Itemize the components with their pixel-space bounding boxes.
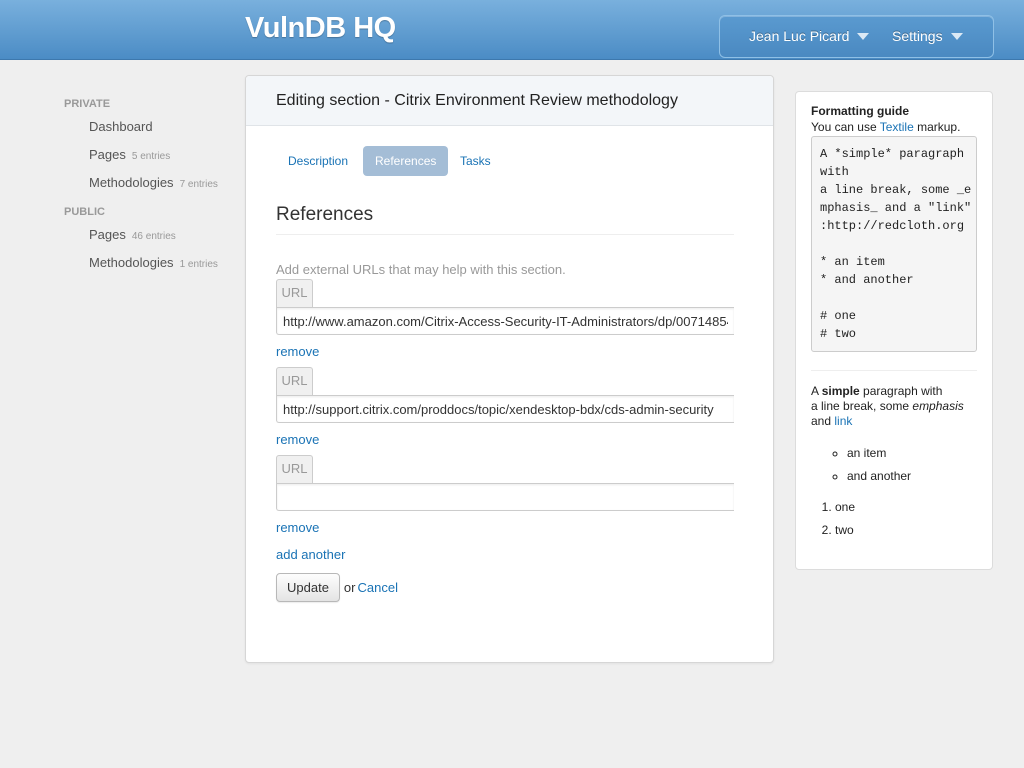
- sidebar-item-label: Methodologies: [89, 255, 174, 270]
- remove-link[interactable]: remove: [276, 344, 734, 359]
- preview-bold: simple: [821, 384, 860, 398]
- section-heading: References: [276, 204, 734, 235]
- entry-count: 46 entries: [131, 231, 176, 242]
- textile-link[interactable]: Textile: [880, 120, 914, 134]
- sidebar-item-label: Pages: [89, 227, 126, 242]
- guide-intro: You can use Textile markup.: [811, 120, 977, 135]
- preview-emphasis: emphasis: [912, 399, 964, 413]
- preview-text: paragraph with: [859, 384, 943, 398]
- or-text: or: [343, 580, 356, 595]
- url-input[interactable]: [276, 307, 734, 335]
- user-nav: Jean Luc Picard Settings: [719, 15, 994, 58]
- rendered-preview: A simple paragraph with a line break, so…: [811, 384, 977, 542]
- settings-menu-dropdown[interactable]: Settings: [892, 28, 963, 44]
- tab-references[interactable]: References: [363, 146, 449, 176]
- url-label: URL: [276, 367, 313, 395]
- sidebar-item-label: Pages: [89, 147, 126, 162]
- tab-tasks[interactable]: Tasks: [448, 146, 503, 176]
- url-entry: URL remove: [276, 455, 734, 535]
- remove-link[interactable]: remove: [276, 520, 734, 535]
- sidebar-item-private-methodologies[interactable]: Methodologies 7 entries: [64, 173, 234, 201]
- sidebar-item-private-pages[interactable]: Pages 5 entries: [64, 145, 234, 173]
- preview-paragraph: A simple paragraph with a line break, so…: [811, 384, 977, 429]
- sidebar: PRIVATE Dashboard Pages 5 entries Methodo…: [64, 93, 234, 281]
- url-input[interactable]: [276, 395, 734, 423]
- brand-logo[interactable]: VulnDB HQ: [245, 12, 396, 45]
- top-navbar: VulnDB HQ Jean Luc Picard Settings: [0, 0, 1024, 60]
- sidebar-item-public-pages[interactable]: Pages 46 entries: [64, 225, 234, 253]
- entry-count: 7 entries: [179, 179, 218, 190]
- preview-link[interactable]: link: [834, 414, 852, 428]
- url-input[interactable]: [276, 483, 734, 511]
- markup-example: A *simple* paragraph with a line break, …: [811, 136, 977, 352]
- page-title: Editing section - Citrix Environment Rev…: [246, 76, 773, 126]
- user-menu-label: Jean Luc Picard: [749, 28, 850, 44]
- help-text: Add external URLs that may help with thi…: [276, 262, 566, 277]
- sidebar-item-public-methodologies[interactable]: Methodologies 1 entries: [64, 253, 234, 281]
- sidebar-heading-private: PRIVATE: [64, 98, 111, 110]
- guide-intro-suffix: markup.: [913, 120, 961, 134]
- divider: [811, 370, 977, 371]
- guide-title: Formatting guide: [811, 104, 909, 118]
- entry-count: 5 entries: [131, 151, 171, 162]
- remove-link[interactable]: remove: [276, 432, 734, 447]
- edit-section-panel: Editing section - Citrix Environment Rev…: [245, 75, 774, 663]
- preview-text: A: [811, 384, 822, 398]
- sidebar-item-label: Dashboard: [89, 119, 153, 134]
- guide-intro-prefix: You can use: [811, 120, 880, 134]
- preview-text: and: [811, 414, 835, 428]
- preview-bullet-list: an item and another: [811, 442, 977, 488]
- formatting-guide: Formatting guide You can use Textile mar…: [795, 91, 993, 570]
- cancel-link[interactable]: Cancel: [357, 580, 397, 595]
- add-another-link[interactable]: add another: [276, 547, 345, 562]
- sidebar-heading-public: PUBLIC: [64, 206, 105, 218]
- preview-text: a line break, some: [811, 399, 913, 413]
- update-button[interactable]: Update: [276, 573, 340, 602]
- form-actions: Update or Cancel: [276, 573, 398, 602]
- url-entry: URL remove: [276, 367, 734, 447]
- chevron-down-icon: [857, 32, 870, 40]
- list-item: an item: [847, 442, 977, 465]
- url-entry: URL remove: [276, 279, 734, 359]
- list-item: and another: [847, 465, 977, 488]
- chevron-down-icon: [950, 32, 963, 40]
- list-item: two: [835, 519, 977, 542]
- settings-menu-label: Settings: [892, 28, 943, 44]
- entry-count: 1 entries: [179, 259, 218, 270]
- url-label: URL: [276, 455, 313, 483]
- sidebar-item-dashboard[interactable]: Dashboard: [64, 117, 234, 145]
- list-item: one: [835, 496, 977, 519]
- sidebar-item-label: Methodologies: [89, 175, 174, 190]
- preview-numbered-list: one two: [811, 496, 977, 542]
- user-menu-dropdown[interactable]: Jean Luc Picard: [749, 28, 870, 44]
- url-label: URL: [276, 279, 313, 307]
- tab-description[interactable]: Description: [276, 146, 360, 176]
